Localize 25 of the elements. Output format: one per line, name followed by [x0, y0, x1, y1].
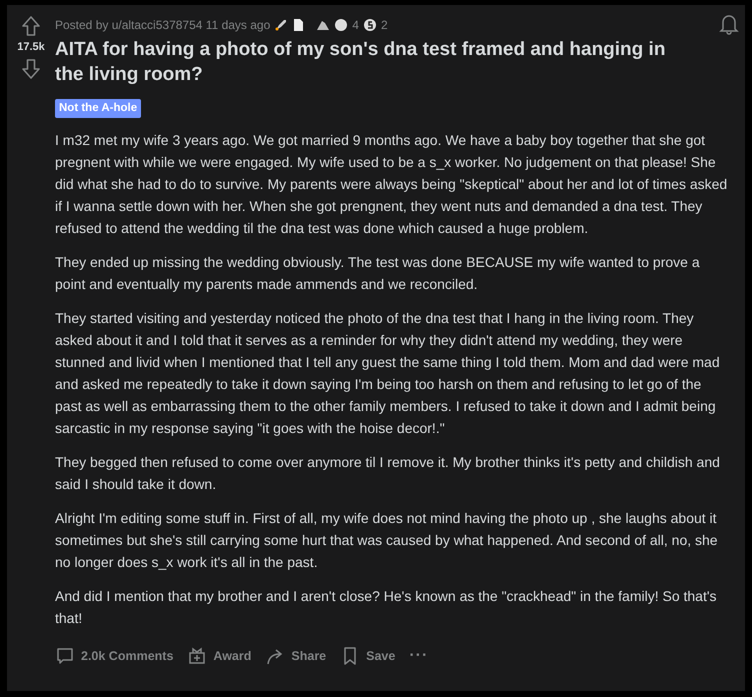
post-paragraph: And did I mention that my brother and I aren't close? He's known as the "crackhead" in the family! So that's that!	[55, 587, 718, 628]
comment-icon	[55, 646, 75, 666]
notification-bell-icon[interactable]	[719, 13, 739, 35]
post-paragraph: They ended up missing the wedding obviously. The test was done BECAUSE my wife wanted to prove a point and eventually my parents made ammends and we reconciled.	[55, 253, 701, 294]
comments-button[interactable]: 2.0k Comments	[55, 641, 174, 671]
share-button[interactable]: Share	[265, 641, 326, 671]
post-paragraph: They begged then refused to come over anymore til I remove it. My brother thinks it's petty and childish and said I should take it down.	[55, 453, 721, 494]
post-paragraph: They started visiting and yesterday noticed the photo of the dna test that I hang in the living room. They asked about it and I told that it serves as a reminder for why they didn't attend my wedding, they were stunned and livid when I mentioned that I tell any guest the same thing I told them. Mom and dad were mad and asked me repeatedly to take it down saying I'm being too harsh on them and refusing to let go of the past as well as embarrassing them to the other family members. I refused to take it down and I admit being sarcastic in my response saying "it goes with the hoise decor!."	[55, 309, 721, 438]
post-title: AITA for having a photo of my son's dna test framed and hanging in the living room?	[55, 38, 666, 87]
post-paragraph: I m32 met my wife 3 years ago. We got married 9 months ago. We have a baby boy together that she got pregnent with while we were engaged. My wife used to be a s_x worker. No judgement on that please! She did what she had to do to survive. My parents were always being "skeptical" about her and lot of times asked if I wanna settle down with her. When she got prengnent, they went nuts and demanded a dna test. They refused to attend the wedding til the dna test was done which caused a huge problem.	[55, 131, 728, 238]
flair-tag[interactable]: Not the A-hole	[55, 99, 142, 118]
rocket-icon	[274, 18, 288, 32]
save-button[interactable]: Save	[340, 641, 396, 671]
post-meta: Posted by u/altacci5378754 11 days ago	[55, 17, 270, 34]
award-button[interactable]: Award	[187, 641, 252, 671]
coin-icon	[362, 18, 377, 32]
post-paragraph: Alright I'm editing some stuff in. First of all, my wife does not mind having the photo up , she laughs about it sometimes but she's still carrying some hurt that was caused by what happened. And second of all, no, she no longer does s_x work it's all in the past.	[55, 509, 719, 572]
upvote-icon[interactable]	[21, 15, 41, 37]
vote-count: 17.5k	[17, 40, 45, 55]
more-options-button[interactable]: ···	[409, 641, 428, 671]
gift-icon	[187, 646, 208, 666]
award-count: 4	[352, 17, 359, 34]
downvote-icon[interactable]	[21, 58, 41, 80]
award-count: 2	[380, 17, 388, 34]
document-icon	[292, 18, 304, 32]
